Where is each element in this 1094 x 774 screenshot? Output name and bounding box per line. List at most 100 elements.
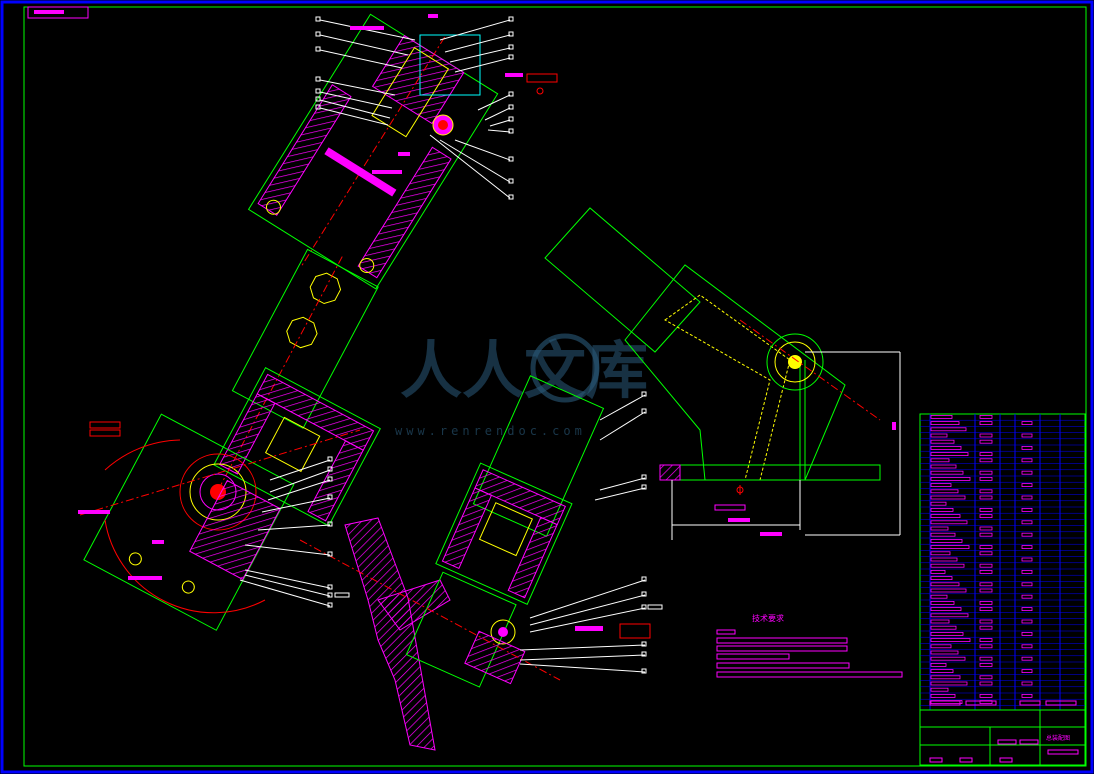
parts-list-cell [930,501,947,506]
parts-list-cell [1021,669,1033,673]
cad-drawing-canvas: 人人文库 www.renrendoc.com 技术要求 总装配图 [0,0,1094,774]
parts-list-cell [930,421,960,426]
parts-list-cell [930,427,967,432]
parts-list-cell [979,476,993,481]
parts-list-cell [979,663,993,667]
parts-list-cell [930,476,971,481]
parts-list-cell [979,625,993,630]
parts-list-cell [930,588,967,593]
parts-list-cell [930,613,969,618]
parts-list-cell [930,687,949,692]
parts-list-cell [930,470,964,475]
parts-list-cell [979,563,993,568]
parts-list-cell [979,551,993,556]
parts-list-cell [1021,545,1033,549]
parts-list-cell [930,681,968,686]
parts-list-cell [930,576,953,580]
parts-list-cell [930,526,949,531]
parts-list-cell [979,489,993,494]
parts-list-cell [979,675,993,680]
parts-list-cell [979,588,993,593]
parts-list-cell [930,483,952,488]
parts-list-cell [930,656,966,661]
parts-list-cell [1021,644,1033,649]
parts-list-cell [979,452,993,457]
watermark: 人人文库 www.renrendoc.com [395,333,648,438]
parts-list-cell [930,644,952,649]
parts-list-cell [930,632,964,636]
left-arm-view [78,248,381,631]
parts-list-cell [930,582,960,587]
parts-list-cell [979,514,993,518]
parts-list-cell [930,619,950,624]
parts-list-cell [979,414,993,419]
parts-list-cell [1021,607,1033,611]
parts-list-cell [979,526,993,531]
parts-list-cell [979,495,993,500]
parts-list-cell [1021,594,1033,599]
parts-list-cell [930,675,961,680]
parts-list-cell [979,694,993,698]
parts-list-cell [930,563,965,568]
parts-list-cell [930,607,962,611]
parts-list-cell [1021,681,1033,686]
parts-list-cell [979,570,993,574]
parts-list-cell [930,458,950,463]
parts-list-cell [1021,507,1033,512]
parts-list-cell [979,470,993,475]
parts-list-cell [979,545,993,549]
parts-list-cell [930,625,957,630]
parts-list-cell [1021,520,1033,525]
parts-list-cell [930,532,956,537]
parts-list-cell [930,452,969,457]
parts-list-cell [979,507,993,512]
parts-list-cell [1021,619,1033,624]
parts-list-cell [1021,532,1033,537]
parts-list-cell [930,439,955,444]
technical-requirements: 技术要求 [716,613,903,678]
parts-list-cell [1021,495,1033,500]
watermark-brand: 人人文库 [400,334,648,407]
parts-list-cell [930,464,957,469]
parts-list-cell [1021,458,1033,463]
parts-list-cell [979,656,993,661]
parts-list-cell [979,433,993,438]
parts-list-cell [930,638,971,642]
parts-list-cell [930,445,962,450]
parts-list-cell [1021,582,1033,587]
title-block: 总装配图 [919,700,1086,766]
parts-list-cell [930,495,966,500]
parts-list-cell [1021,433,1033,438]
parts-list-cell [979,601,993,605]
parts-list-cell [1021,570,1033,574]
parts-list-cell [979,607,993,611]
parts-list-cell [930,520,968,525]
parts-list-cell [1021,421,1033,426]
parts-list-cell [979,421,993,426]
parts-list-cell [930,507,954,512]
parts-list-cell [979,638,993,642]
watermark-url: www.renrendoc.com [395,424,586,438]
parts-list-cell [930,594,948,599]
parts-list-cell [979,532,993,537]
parts-list-cell [930,570,946,574]
parts-list-cell [979,458,993,463]
parts-list-cell [930,545,970,549]
parts-list-cell [1021,445,1033,450]
parts-list-cell [979,644,993,649]
parts-list-cell [1021,483,1033,488]
drawing-name: 总装配图 [1046,734,1070,742]
parts-list-cell [930,663,947,667]
parts-list-cell [930,694,956,698]
parts-list-cell [979,619,993,624]
parts-list-cell [930,601,955,605]
tech-req-title: 技术要求 [752,613,784,623]
parts-list-cell [930,433,948,438]
parts-list-cell [930,414,953,419]
parts-list-cell [930,551,951,556]
parts-list-cell [979,582,993,587]
parts-list-cell [930,669,954,673]
parts-list-cell [1021,632,1033,636]
parts-list-cell [930,489,959,494]
parts-list-cell [1021,557,1033,562]
